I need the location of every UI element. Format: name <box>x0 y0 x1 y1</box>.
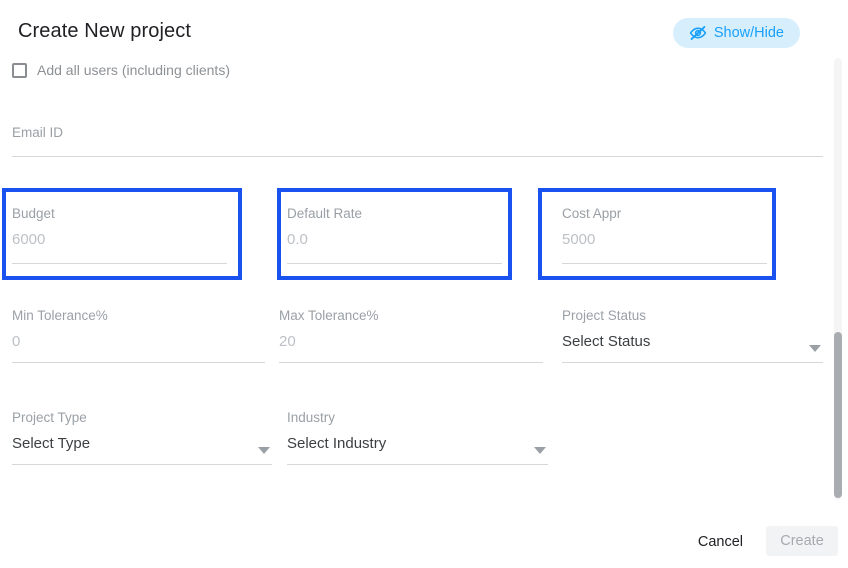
min-tolerance-value: 0 <box>12 333 21 350</box>
budget-label: Budget <box>12 206 55 221</box>
industry-dropdown[interactable]: Industry Select Industry <box>287 410 548 465</box>
project-status-value: Select Status <box>562 333 651 350</box>
email-id-label: Email ID <box>12 125 64 140</box>
cancel-button[interactable]: Cancel <box>690 528 751 556</box>
project-type-underline <box>12 464 272 465</box>
default-rate-underline <box>287 263 502 264</box>
email-id-field[interactable]: Email ID <box>12 125 823 157</box>
chevron-down-icon <box>809 345 821 352</box>
create-button[interactable]: Create <box>766 526 838 556</box>
show-hide-label: Show/Hide <box>713 25 784 41</box>
project-type-dropdown[interactable]: Project Type Select Type <box>12 410 272 465</box>
scrollbar-thumb[interactable] <box>834 332 842 498</box>
project-type-value: Select Type <box>12 435 91 452</box>
email-id-underline <box>12 156 823 157</box>
chevron-down-icon <box>534 447 546 454</box>
budget-underline <box>12 263 227 264</box>
min-tolerance-label: Min Tolerance% <box>12 308 108 323</box>
max-tolerance-label: Max Tolerance% <box>279 308 379 323</box>
industry-underline <box>287 464 548 465</box>
default-rate-value: 0.0 <box>287 231 308 248</box>
industry-value: Select Industry <box>287 435 387 452</box>
add-all-users-label: Add all users (including clients) <box>37 62 230 78</box>
cost-appr-underline <box>562 263 767 264</box>
cost-appr-label: Cost Appr <box>562 206 622 221</box>
project-type-label: Project Type <box>12 410 87 425</box>
min-tolerance-field[interactable]: Min Tolerance% 0 <box>12 308 265 363</box>
default-rate-label: Default Rate <box>287 206 363 221</box>
default-rate-field[interactable]: Default Rate 0.0 <box>287 206 502 264</box>
show-hide-button[interactable]: Show/Hide <box>672 18 800 48</box>
project-status-dropdown[interactable]: Project Status Select Status <box>562 308 823 363</box>
max-tolerance-field[interactable]: Max Tolerance% 20 <box>279 308 543 363</box>
industry-label: Industry <box>287 410 336 425</box>
project-status-underline <box>562 362 823 363</box>
max-tolerance-underline <box>279 362 543 363</box>
add-all-users-row[interactable]: Add all users (including clients) <box>12 62 230 78</box>
page-title: Create New project <box>18 20 191 42</box>
cost-appr-field[interactable]: Cost Appr 5000 <box>562 206 767 264</box>
add-all-users-checkbox[interactable] <box>12 62 27 78</box>
project-status-label: Project Status <box>562 308 647 323</box>
min-tolerance-underline <box>12 362 265 363</box>
max-tolerance-value: 20 <box>279 333 296 350</box>
budget-field[interactable]: Budget 6000 <box>12 206 227 264</box>
chevron-down-icon <box>258 447 270 454</box>
eye-off-icon <box>689 24 707 42</box>
cost-appr-value: 5000 <box>562 231 596 248</box>
budget-value: 6000 <box>12 231 46 248</box>
